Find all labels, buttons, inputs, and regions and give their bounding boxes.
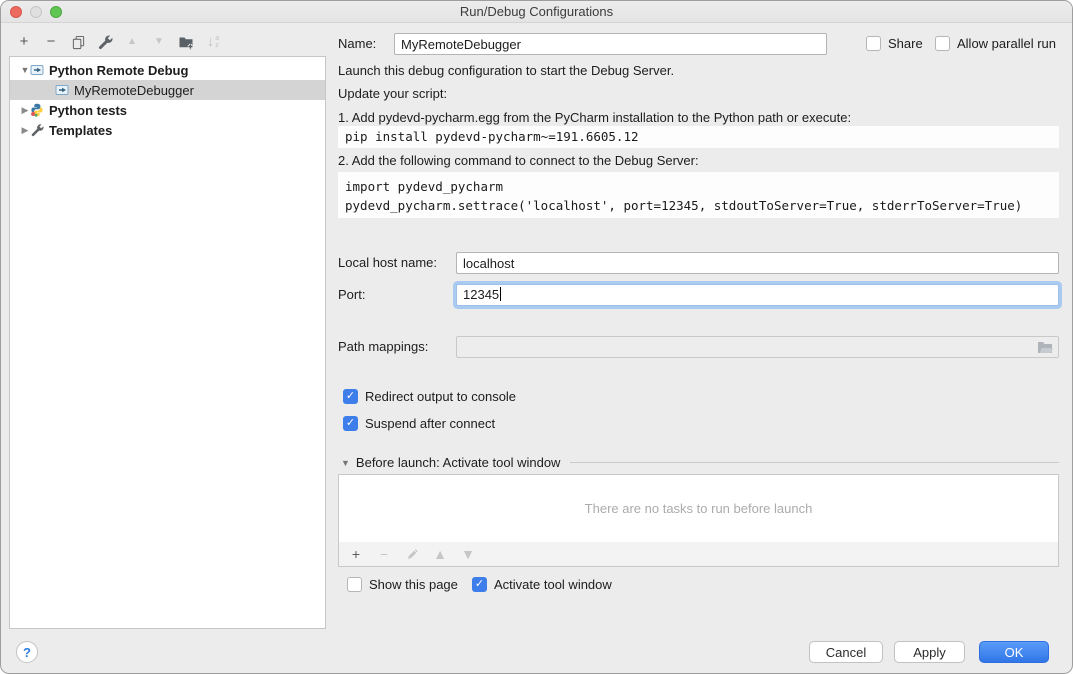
browse-folder-icon[interactable] [1037, 340, 1053, 360]
run-config-icon [30, 63, 44, 77]
step1-text: 1. Add pydevd-pycharm.egg from the PyCha… [338, 110, 851, 125]
run-config-icon [55, 83, 69, 97]
titlebar[interactable]: Run/Debug Configurations [1, 1, 1072, 23]
check-icon: ✓ [346, 389, 355, 404]
share-label: Share [888, 36, 923, 51]
text-caret [500, 287, 501, 301]
disclosure-open-icon[interactable]: ▼ [20, 65, 30, 75]
step2-text: 2. Add the following command to connect … [338, 153, 699, 168]
add-configuration-icon[interactable]: + [16, 34, 32, 50]
settrace-code-line2: pydevd_pycharm.settrace('localhost', por… [345, 196, 1052, 215]
configuration-editor: Name: Share Allow parallel run Launch th… [338, 23, 1059, 629]
sort-arrow-glyph: ↓ [207, 34, 215, 50]
port-label: Port: [338, 284, 365, 306]
activate-tool-window-checkbox[interactable]: ✓ [472, 577, 487, 592]
tree-item-label: Python tests [49, 103, 127, 118]
remove-task-icon[interactable]: − [376, 546, 392, 562]
tree-item-label: Python Remote Debug [49, 63, 188, 78]
tree-item-label: Templates [49, 123, 112, 138]
ok-button[interactable]: OK [979, 641, 1049, 663]
tree-item-python-tests[interactable]: ▶ Python tests [10, 100, 325, 120]
edit-task-pencil-icon[interactable] [404, 546, 420, 562]
share-checkbox-row: Share [866, 36, 923, 51]
templates-wrench-icon [30, 123, 44, 137]
section-divider [570, 462, 1059, 463]
new-folder-icon[interactable] [178, 34, 194, 50]
section-collapse-icon[interactable]: ▼ [341, 458, 350, 468]
sort-a-glyph: a [215, 35, 219, 42]
settrace-code-line1: import pydevd_pycharm [345, 177, 1052, 196]
check-icon: ✓ [346, 416, 355, 431]
show-this-page-label: Show this page [369, 577, 458, 592]
move-task-down-icon[interactable]: ▼ [460, 546, 476, 562]
name-input[interactable] [394, 33, 827, 55]
before-launch-task-list[interactable]: There are no tasks to run before launch [338, 474, 1059, 543]
cancel-button[interactable]: Cancel [809, 641, 883, 663]
name-label: Name: [338, 33, 376, 55]
redirect-output-label: Redirect output to console [365, 389, 516, 404]
activate-tool-window-label: Activate tool window [494, 577, 612, 592]
path-mappings-input[interactable] [456, 336, 1059, 358]
redirect-output-row: ✓ Redirect output to console [343, 389, 516, 404]
suspend-after-connect-checkbox[interactable]: ✓ [343, 416, 358, 431]
local-host-label: Local host name: [338, 252, 437, 274]
local-host-input[interactable] [456, 252, 1059, 274]
tree-item-myremotedebugger[interactable]: MyRemoteDebugger [10, 80, 325, 100]
sort-z-glyph: z [215, 42, 219, 49]
port-value: 12345 [463, 287, 499, 302]
suspend-after-connect-label: Suspend after connect [365, 416, 495, 431]
before-launch-toolbar: + − ▲ ▼ [338, 542, 1059, 567]
copy-configuration-icon[interactable] [70, 34, 86, 50]
configurations-tree: ▼ Python Remote Debug MyRemoteDebugger ▶… [9, 56, 326, 629]
before-launch-title: Before launch: Activate tool window [356, 455, 561, 470]
tree-item-templates[interactable]: ▶ Templates [10, 120, 325, 140]
tree-item-python-remote-debug[interactable]: ▼ Python Remote Debug [10, 60, 325, 80]
help-icon: ? [23, 645, 31, 660]
check-icon: ✓ [475, 577, 484, 592]
apply-button[interactable]: Apply [894, 641, 965, 663]
help-button[interactable]: ? [16, 641, 38, 663]
activate-tool-window-row: ✓ Activate tool window [472, 577, 612, 592]
pip-install-code: pip install pydevd-pycharm~=191.6605.12 [338, 126, 1059, 148]
intro-text: Launch this debug configuration to start… [338, 63, 674, 78]
add-task-icon[interactable]: + [348, 546, 364, 562]
configurations-toolbar: + − ▲ ▼ ↓az [16, 32, 221, 52]
before-launch-header: ▼ Before launch: Activate tool window [341, 455, 1059, 470]
settrace-code: import pydevd_pycharmpydevd_pycharm.sett… [338, 172, 1059, 218]
python-tests-icon [30, 103, 44, 117]
move-down-icon[interactable]: ▼ [151, 34, 167, 50]
tree-item-label: MyRemoteDebugger [74, 83, 194, 98]
show-this-page-checkbox[interactable] [347, 577, 362, 592]
sort-alphabetically-icon[interactable]: ↓az [205, 34, 221, 50]
share-checkbox[interactable] [866, 36, 881, 51]
redirect-output-checkbox[interactable]: ✓ [343, 389, 358, 404]
edit-templates-wrench-icon[interactable] [97, 34, 113, 50]
allow-parallel-run-label: Allow parallel run [957, 36, 1056, 51]
allow-parallel-checkbox-row: Allow parallel run [935, 36, 1056, 51]
run-debug-configurations-dialog: Run/Debug Configurations + − ▲ ▼ ↓az ▼ P… [0, 0, 1073, 674]
update-script-text: Update your script: [338, 86, 447, 101]
disclosure-closed-icon[interactable]: ▶ [20, 125, 30, 136]
suspend-after-connect-row: ✓ Suspend after connect [343, 416, 495, 431]
move-up-icon[interactable]: ▲ [124, 34, 140, 50]
disclosure-closed-icon[interactable]: ▶ [20, 105, 30, 116]
path-mappings-label: Path mappings: [338, 336, 428, 358]
show-this-page-row: Show this page [347, 577, 458, 592]
window-title: Run/Debug Configurations [1, 4, 1072, 19]
port-input[interactable]: 12345 [456, 284, 1059, 306]
move-task-up-icon[interactable]: ▲ [432, 546, 448, 562]
allow-parallel-run-checkbox[interactable] [935, 36, 950, 51]
empty-task-message: There are no tasks to run before launch [585, 501, 813, 516]
remove-configuration-icon[interactable]: − [43, 34, 59, 50]
